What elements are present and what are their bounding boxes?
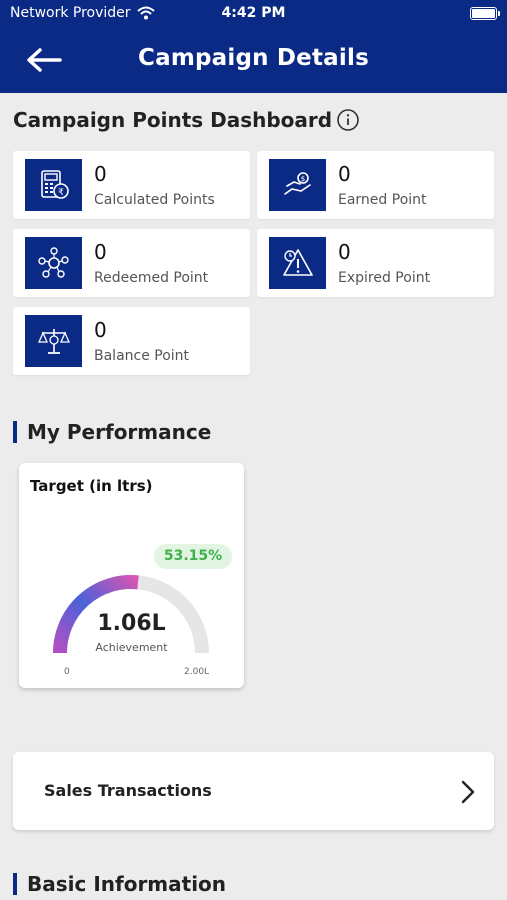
achievement-percent-badge: 53.15%	[154, 544, 232, 569]
earned-point-label: Earned Point	[338, 192, 427, 208]
dashboard-title-text: Campaign Points Dashboard	[13, 108, 333, 132]
balance-scale-icon	[25, 315, 82, 367]
achievement-value: 1.06L	[97, 611, 166, 636]
earned-point-value: 0	[338, 162, 351, 186]
calculator-rupee-icon: ₹	[25, 159, 82, 211]
redeemed-point-label: Redeemed Point	[94, 270, 209, 286]
basic-info-section-title: Basic Information	[13, 872, 226, 896]
hand-coin-icon: $	[269, 159, 326, 211]
target-title: Target (in ltrs)	[30, 477, 153, 495]
basic-info-title-text: Basic Information	[27, 872, 227, 896]
page-title: Campaign Details	[138, 45, 369, 71]
section-accent-bar	[13, 421, 17, 443]
chevron-right-icon	[461, 780, 475, 804]
earned-point-card[interactable]: $ 0 Earned Point	[257, 151, 494, 219]
dashboard-title: Campaign Points Dashboard	[13, 108, 360, 132]
expired-point-card[interactable]: 0 Expired Point	[257, 229, 494, 297]
coins-network-icon	[25, 237, 82, 289]
achievement-label: Achievement	[95, 641, 168, 654]
sales-transactions-label: Sales Transactions	[44, 781, 212, 800]
section-accent-bar	[13, 873, 17, 895]
performance-section-title: My Performance	[13, 420, 211, 444]
calculated-points-card[interactable]: ₹ 0 Calculated Points	[13, 151, 250, 219]
status-time: 4:42 PM	[221, 5, 286, 21]
calculated-points-label: Calculated Points	[94, 192, 215, 208]
info-icon[interactable]	[336, 108, 360, 132]
warning-clock-icon	[269, 237, 326, 289]
gauge-max-label: 2.00L	[184, 667, 210, 677]
svg-text:$: $	[300, 175, 304, 183]
expired-point-label: Expired Point	[338, 270, 431, 286]
balance-point-value: 0	[94, 318, 107, 342]
sales-transactions-row[interactable]: Sales Transactions	[13, 752, 494, 830]
svg-text:₹: ₹	[58, 188, 64, 198]
balance-point-label: Balance Point	[94, 348, 190, 364]
calculated-points-value: 0	[94, 162, 107, 186]
gauge-min-label: 0	[64, 667, 70, 677]
performance-title-text: My Performance	[27, 420, 212, 444]
status-bar: Network Provider 4:42 PM	[0, 0, 507, 28]
redeemed-point-card[interactable]: 0 Redeemed Point	[13, 229, 250, 297]
app-header: Network Provider 4:42 PM Campaign Detail…	[0, 0, 507, 93]
battery-icon	[470, 7, 500, 20]
balance-point-card[interactable]: 0 Balance Point	[13, 307, 250, 375]
expired-point-value: 0	[338, 240, 351, 264]
redeemed-point-value: 0	[94, 240, 107, 264]
target-card[interactable]: Target (in ltrs) 53.15% 1.06L Achievemen…	[19, 463, 244, 688]
